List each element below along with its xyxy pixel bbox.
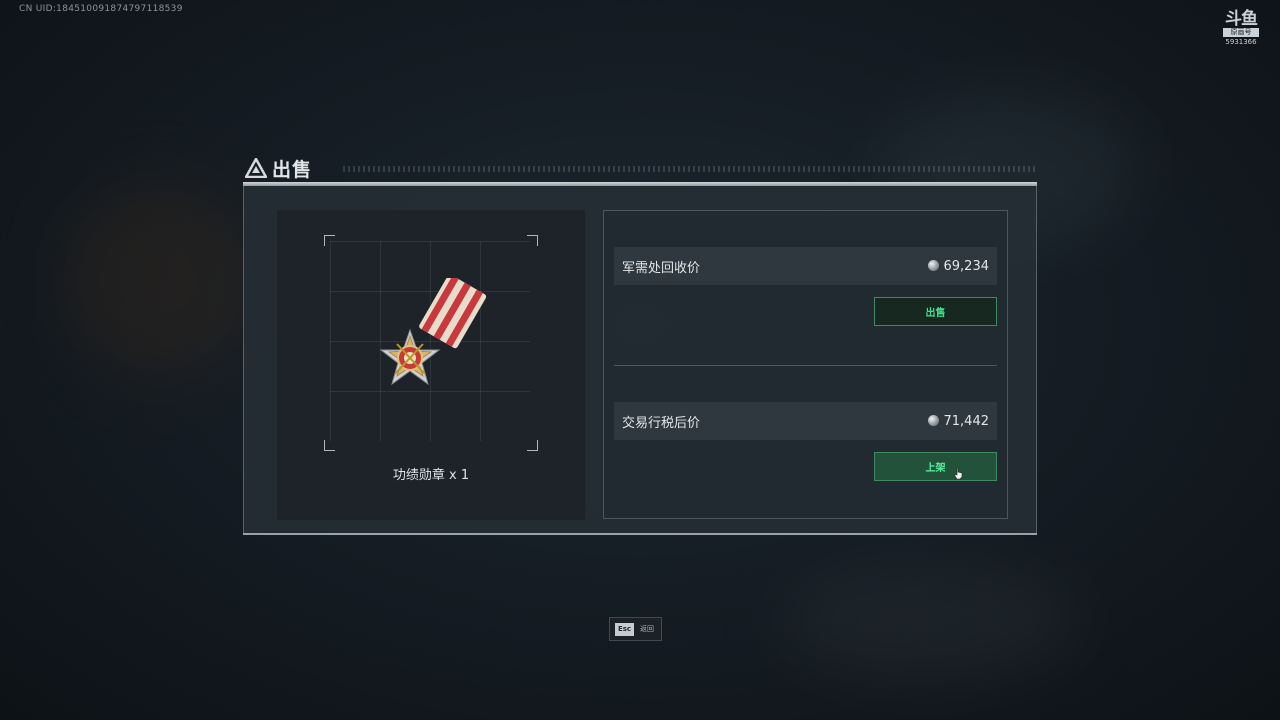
hand-cursor-icon <box>954 467 963 479</box>
recycle-price-amount: 69,234 <box>943 259 990 274</box>
esc-back-hint[interactable]: Esc 返回 <box>609 617 662 641</box>
dialog-title: 出售 <box>272 159 313 181</box>
frame-corner <box>527 440 538 451</box>
uid-text: CN UID:184510091874797118539 <box>19 4 183 14</box>
background-glow <box>780 560 1080 680</box>
background-glow <box>60 180 260 380</box>
frame-corner <box>527 235 538 246</box>
stream-logo: 斗鱼 原画号 5931366 <box>1222 10 1260 47</box>
logo-mark: 斗鱼 <box>1225 9 1258 29</box>
panel-bottom-border <box>243 533 1037 535</box>
frame-corner <box>324 235 335 246</box>
recycle-price-label: 军需处回收价 <box>622 261 701 276</box>
medal-icon <box>379 278 487 386</box>
coin-icon <box>927 260 939 271</box>
market-price-row: 交易行税后价 71,442 <box>614 402 997 440</box>
options-divider <box>614 365 997 366</box>
recycle-price-value: 69,234 <box>927 259 990 274</box>
warning-triangle-icon <box>245 158 267 178</box>
esc-key: Esc <box>615 623 634 636</box>
frame-corner <box>324 440 335 451</box>
panel-top-border <box>243 182 1037 186</box>
recycle-price-row: 军需处回收价 69,234 <box>614 247 997 285</box>
logo-tag: 原画号 <box>1223 28 1259 37</box>
list-on-market-button[interactable]: 上架 <box>874 452 997 481</box>
market-price-amount: 71,442 <box>943 414 990 429</box>
item-name: 功绩勋章 x 1 <box>392 468 470 483</box>
dialog-title-bar: 出售 <box>243 152 1038 186</box>
title-decoration <box>343 166 1038 172</box>
sell-button[interactable]: 出售 <box>874 297 997 326</box>
esc-label: 返回 <box>640 625 654 633</box>
logo-room-number: 5931366 <box>1225 38 1257 46</box>
market-price-label: 交易行税后价 <box>622 416 701 431</box>
market-price-value: 71,442 <box>927 414 990 429</box>
coin-icon <box>927 415 939 426</box>
